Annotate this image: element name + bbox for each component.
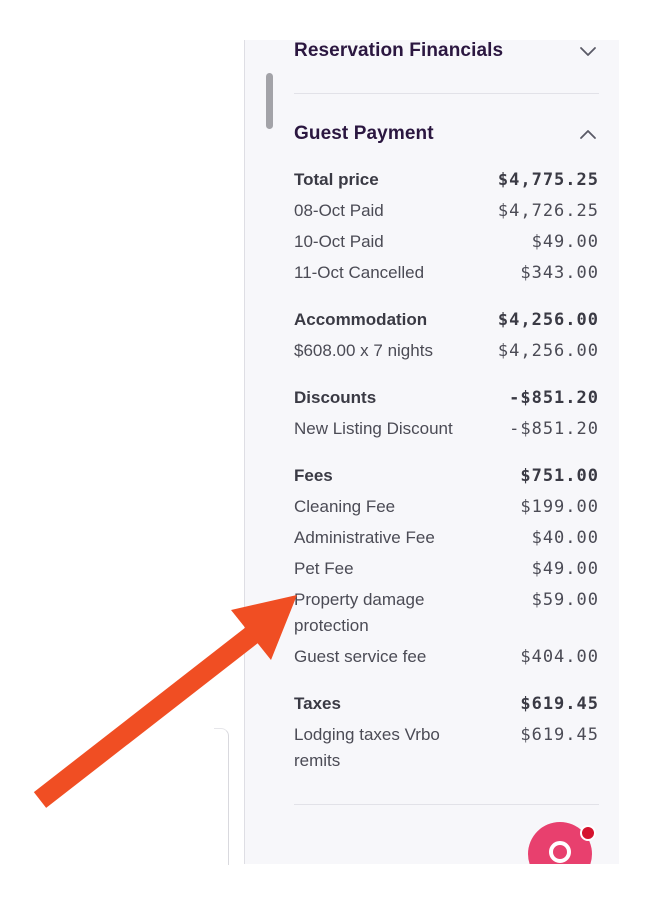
fee-line-row: Pet Fee $49.00 xyxy=(294,556,599,582)
payment-line-amount: $49.00 xyxy=(531,232,599,252)
section-divider xyxy=(294,93,599,94)
fees-amount: $751.00 xyxy=(520,466,599,486)
chat-ring-icon xyxy=(549,841,571,863)
fees-row: Fees $751.00 xyxy=(294,463,599,489)
fee-line-label: Property damage protection xyxy=(294,590,425,635)
taxes-amount: $619.45 xyxy=(520,694,599,714)
discounts-amount: -$851.20 xyxy=(509,388,599,408)
fee-line-amount: $40.00 xyxy=(531,528,599,548)
nightly-rate-label: $608.00 x 7 nights xyxy=(294,341,433,360)
fee-line-label: Administrative Fee xyxy=(294,528,435,547)
payment-line-row: 11-Oct Cancelled $343.00 xyxy=(294,260,599,286)
discount-line-amount: -$851.20 xyxy=(509,419,599,439)
payment-line-row: 08-Oct Paid $4,726.25 xyxy=(294,198,599,224)
tax-line-amount: $619.45 xyxy=(520,725,599,745)
tax-line-label: Lodging taxes Vrbo remits xyxy=(294,725,440,770)
accommodation-label: Accommodation xyxy=(294,310,428,329)
payment-line-amount: $343.00 xyxy=(520,263,599,283)
fee-line-amount: $59.00 xyxy=(531,590,599,610)
nightly-rate-row: $608.00 x 7 nights $4,256.00 xyxy=(294,338,599,364)
payment-line-label: 08-Oct Paid xyxy=(294,201,384,220)
total-price-label: Total price xyxy=(294,170,379,189)
fee-line-row: Cleaning Fee $199.00 xyxy=(294,494,599,520)
accommodation-row: Accommodation $4,256.00 xyxy=(294,307,599,333)
screenshot-stage: Reservation Financials Guest Payment Tot… xyxy=(0,0,658,904)
fees-label: Fees xyxy=(294,466,333,485)
discount-line-row: New Listing Discount -$851.20 xyxy=(294,416,599,442)
guest-payment-title: Guest Payment xyxy=(294,123,434,144)
notification-dot xyxy=(580,825,596,841)
discounts-label: Discounts xyxy=(294,388,377,407)
total-price-amount: $4,775.25 xyxy=(497,170,599,190)
section-divider xyxy=(294,804,599,805)
fee-line-label: Pet Fee xyxy=(294,559,354,578)
payment-line-amount: $4,726.25 xyxy=(497,201,599,221)
tax-line-row: Lodging taxes Vrbo remits $619.45 xyxy=(294,722,599,774)
nightly-rate-amount: $4,256.00 xyxy=(497,341,599,361)
guest-payment-header[interactable]: Guest Payment xyxy=(294,123,599,145)
fee-line-label: Cleaning Fee xyxy=(294,497,396,516)
fee-line-row: Guest service fee $404.00 xyxy=(294,644,599,670)
taxes-label: Taxes xyxy=(294,694,341,713)
payment-line-label: 10-Oct Paid xyxy=(294,232,384,251)
scrollbar-thumb[interactable] xyxy=(266,73,273,129)
total-price-row: Total price $4,775.25 xyxy=(294,167,599,193)
reservation-financials-title: Reservation Financials xyxy=(294,40,504,61)
fee-line-label: Guest service fee xyxy=(294,647,427,666)
financials-sidebar[interactable]: Reservation Financials Guest Payment Tot… xyxy=(244,40,619,864)
left-card-edge xyxy=(214,728,229,865)
left-content-area xyxy=(0,40,244,864)
reservation-financials-header[interactable]: Reservation Financials xyxy=(294,40,599,62)
discounts-row: Discounts -$851.20 xyxy=(294,385,599,411)
fee-line-amount: $199.00 xyxy=(520,497,599,517)
fee-line-row: Administrative Fee $40.00 xyxy=(294,525,599,551)
chevron-up-icon[interactable] xyxy=(577,123,599,145)
fee-line-amount: $404.00 xyxy=(520,647,599,667)
taxes-row: Taxes $619.45 xyxy=(294,691,599,717)
fee-line-amount: $49.00 xyxy=(531,559,599,579)
chevron-down-icon[interactable] xyxy=(577,40,599,62)
accommodation-amount: $4,256.00 xyxy=(497,310,599,330)
payment-line-label: 11-Oct Cancelled xyxy=(294,263,425,282)
fee-line-row: Property damage protection $59.00 xyxy=(294,587,599,639)
discount-line-label: New Listing Discount xyxy=(294,419,453,438)
payment-line-row: 10-Oct Paid $49.00 xyxy=(294,229,599,255)
